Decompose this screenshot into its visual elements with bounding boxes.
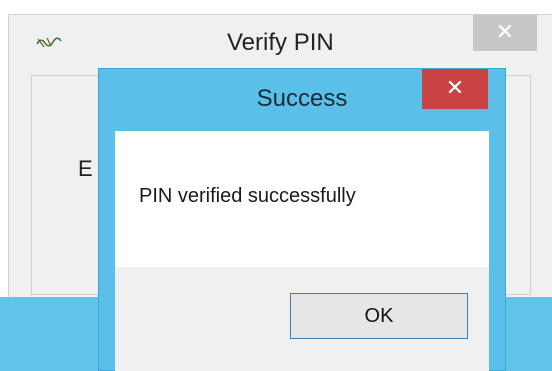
verify-pin-titlebar: Verify PIN ✕ [9, 15, 552, 73]
success-dialog-footer: OK [115, 267, 489, 371]
success-dialog-body: PIN verified successfully [115, 131, 489, 267]
ok-button[interactable]: OK [290, 293, 468, 339]
verify-pin-close-button[interactable]: ✕ [473, 15, 537, 51]
success-dialog: Success ✕ PIN verified successfully OK [98, 68, 506, 371]
success-close-button[interactable]: ✕ [422, 69, 488, 109]
verify-pin-title: Verify PIN [227, 29, 334, 56]
success-message: PIN verified successfully [139, 185, 356, 207]
verify-pin-partial-label: E [78, 156, 93, 181]
app-logo-icon [36, 37, 62, 48]
